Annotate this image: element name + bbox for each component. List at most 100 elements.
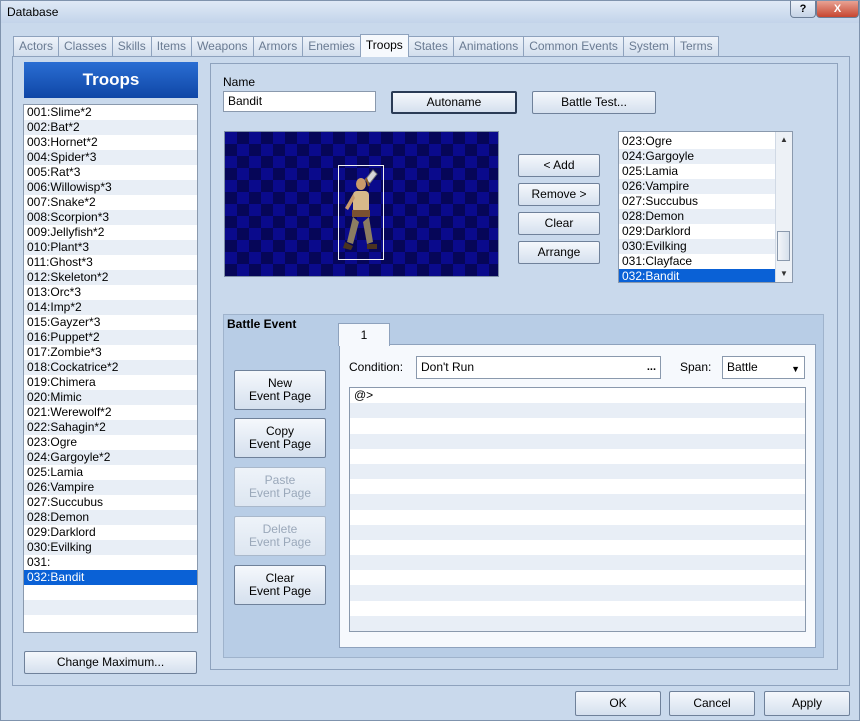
troop-list-item[interactable]: 001:Slime*2: [24, 105, 197, 120]
add-enemy-button[interactable]: < Add: [518, 154, 600, 177]
troop-list-item[interactable]: 008:Scorpion*3: [24, 210, 197, 225]
troop-list-item[interactable]: 030:Evilking: [24, 540, 197, 555]
copy-event-page-button[interactable]: Copy Event Page: [234, 418, 326, 458]
troop-list-item[interactable]: 025:Lamia: [24, 465, 197, 480]
troop-list[interactable]: 001:Slime*2 002:Bat*2 003:Hornet*2 004:Spid…: [23, 104, 198, 633]
clear-event-page-button[interactable]: Clear Event Page: [234, 565, 326, 605]
troop-list-item[interactable]: 020:Mimic: [24, 390, 197, 405]
new-event-page-button[interactable]: New Event Page: [234, 370, 326, 410]
troop-list-item[interactable]: 026:Vampire: [24, 480, 197, 495]
close-button[interactable]: X: [816, 1, 859, 18]
arrange-enemies-button[interactable]: Arrange: [518, 241, 600, 264]
event-empty-row: [350, 601, 805, 616]
tab-enemies[interactable]: Enemies: [302, 36, 361, 56]
enemy-list-scrollbar[interactable]: ▲ ▼: [775, 132, 792, 282]
help-button[interactable]: ?: [790, 1, 816, 18]
tab-troops[interactable]: Troops: [359, 34, 409, 57]
condition-value: Don't Run: [421, 360, 474, 374]
delete-event-page-label-1: Delete: [262, 522, 298, 536]
enemy-list-item[interactable]: 032:Bandit: [619, 269, 775, 282]
troop-preview[interactable]: [224, 131, 499, 277]
troop-list-item[interactable]: 023:Ogre: [24, 435, 197, 450]
troop-list-item[interactable]: 016:Puppet*2: [24, 330, 197, 345]
tab-weapons[interactable]: Weapons: [191, 36, 254, 56]
autoname-button[interactable]: Autoname: [391, 91, 517, 114]
enemy-list-item[interactable]: 024:Gargoyle: [619, 149, 775, 164]
scroll-thumb[interactable]: [777, 231, 790, 261]
event-command-row[interactable]: @>: [350, 388, 805, 404]
enemy-list-item[interactable]: 029:Darklord: [619, 224, 775, 239]
condition-field[interactable]: Don't Run ...: [416, 356, 661, 379]
tab-actors[interactable]: Actors: [13, 36, 60, 56]
troop-list-item[interactable]: 018:Cockatrice*2: [24, 360, 197, 375]
troop-list-item[interactable]: 009:Jellyfish*2: [24, 225, 197, 240]
enemy-list-item[interactable]: 026:Vampire: [619, 179, 775, 194]
troop-list-item[interactable]: 024:Gargoyle*2: [24, 450, 197, 465]
ok-button[interactable]: OK: [575, 691, 661, 716]
troop-list-item[interactable]: 028:Demon: [24, 510, 197, 525]
enemy-list-item[interactable]: 023:Ogre: [619, 134, 775, 149]
tab-terms[interactable]: Terms: [673, 36, 719, 56]
troop-list-item[interactable]: 006:Willowisp*3: [24, 180, 197, 195]
troop-list-item[interactable]: 029:Darklord: [24, 525, 197, 540]
enemy-list-item[interactable]: 025:Lamia: [619, 164, 775, 179]
title-bar: Database ? X: [1, 1, 859, 23]
troop-list-item[interactable]: 022:Sahagin*2: [24, 420, 197, 435]
event-empty-row: [350, 433, 805, 449]
troop-list-item[interactable]: 003:Hornet*2: [24, 135, 197, 150]
troop-list-item[interactable]: 011:Ghost*3: [24, 255, 197, 270]
troop-list-item[interactable]: 014:Imp*2: [24, 300, 197, 315]
troop-list-item[interactable]: 017:Zombie*3: [24, 345, 197, 360]
troop-name-field[interactable]: Bandit: [223, 91, 376, 112]
troop-list-item[interactable]: 007:Snake*2: [24, 195, 197, 210]
delete-event-page-button[interactable]: Delete Event Page: [234, 516, 326, 556]
battle-test-button[interactable]: Battle Test...: [532, 91, 656, 114]
troop-list-item[interactable]: 002:Bat*2: [24, 120, 197, 135]
span-select[interactable]: Battle ▼: [722, 356, 805, 379]
tab-classes[interactable]: Classes: [58, 36, 113, 56]
paste-event-page-label-2: Event Page: [248, 486, 312, 500]
apply-button[interactable]: Apply: [764, 691, 850, 716]
enemy-list-item[interactable]: 028:Demon: [619, 209, 775, 224]
troop-list-item[interactable]: 010:Plant*3: [24, 240, 197, 255]
event-empty-row: [350, 570, 805, 585]
troop-list-item[interactable]: 005:Rat*3: [24, 165, 197, 180]
troop-list-item[interactable]: 013:Orc*3: [24, 285, 197, 300]
delete-event-page-label-2: Event Page: [248, 535, 312, 549]
clear-enemies-button[interactable]: Clear: [518, 212, 600, 235]
condition-browse-button[interactable]: ...: [647, 359, 656, 376]
bandit-sprite[interactable]: [338, 165, 384, 260]
change-maximum-button[interactable]: Change Maximum...: [24, 651, 197, 674]
tab-states[interactable]: States: [407, 36, 454, 56]
troop-list-item[interactable]: 019:Chimera: [24, 375, 197, 390]
scroll-down-icon[interactable]: ▼: [776, 267, 792, 281]
event-empty-row: [350, 585, 805, 601]
span-value: Battle: [727, 360, 758, 374]
tab-system[interactable]: System: [622, 36, 675, 56]
troop-list-item[interactable]: 012:Skeleton*2: [24, 270, 197, 285]
troop-list-item[interactable]: 031:: [24, 555, 197, 570]
troop-list-item[interactable]: 015:Gayzer*3: [24, 315, 197, 330]
cancel-button[interactable]: Cancel: [669, 691, 755, 716]
troop-list-item[interactable]: 004:Spider*3: [24, 150, 197, 165]
event-empty-row: [350, 540, 805, 555]
tab-armors[interactable]: Armors: [252, 36, 304, 56]
event-empty-row: [350, 418, 805, 433]
paste-event-page-button[interactable]: Paste Event Page: [234, 467, 326, 507]
remove-enemy-button[interactable]: Remove >: [518, 183, 600, 206]
tab-common-events[interactable]: Common Events: [523, 36, 624, 56]
enemy-list-item[interactable]: 031:Clayface: [619, 254, 775, 269]
event-page-tab-1[interactable]: 1: [338, 323, 390, 346]
tab-animations[interactable]: Animations: [452, 36, 525, 56]
bandit-sprite-icon: [343, 169, 378, 250]
enemy-list-item[interactable]: 027:Succubus: [619, 194, 775, 209]
event-command-list[interactable]: @>: [349, 387, 806, 632]
tab-skills[interactable]: Skills: [111, 36, 152, 56]
enemy-list[interactable]: 023:Ogre 024:Gargoyle 025:Lamia 026:Vampire…: [618, 131, 793, 283]
troop-list-item[interactable]: 032:Bandit: [24, 570, 197, 585]
scroll-up-icon[interactable]: ▲: [776, 133, 792, 147]
troop-list-item[interactable]: 021:Werewolf*2: [24, 405, 197, 420]
enemy-list-item[interactable]: 030:Evilking: [619, 239, 775, 254]
troop-list-item[interactable]: 027:Succubus: [24, 495, 197, 510]
tab-items[interactable]: Items: [150, 36, 193, 56]
